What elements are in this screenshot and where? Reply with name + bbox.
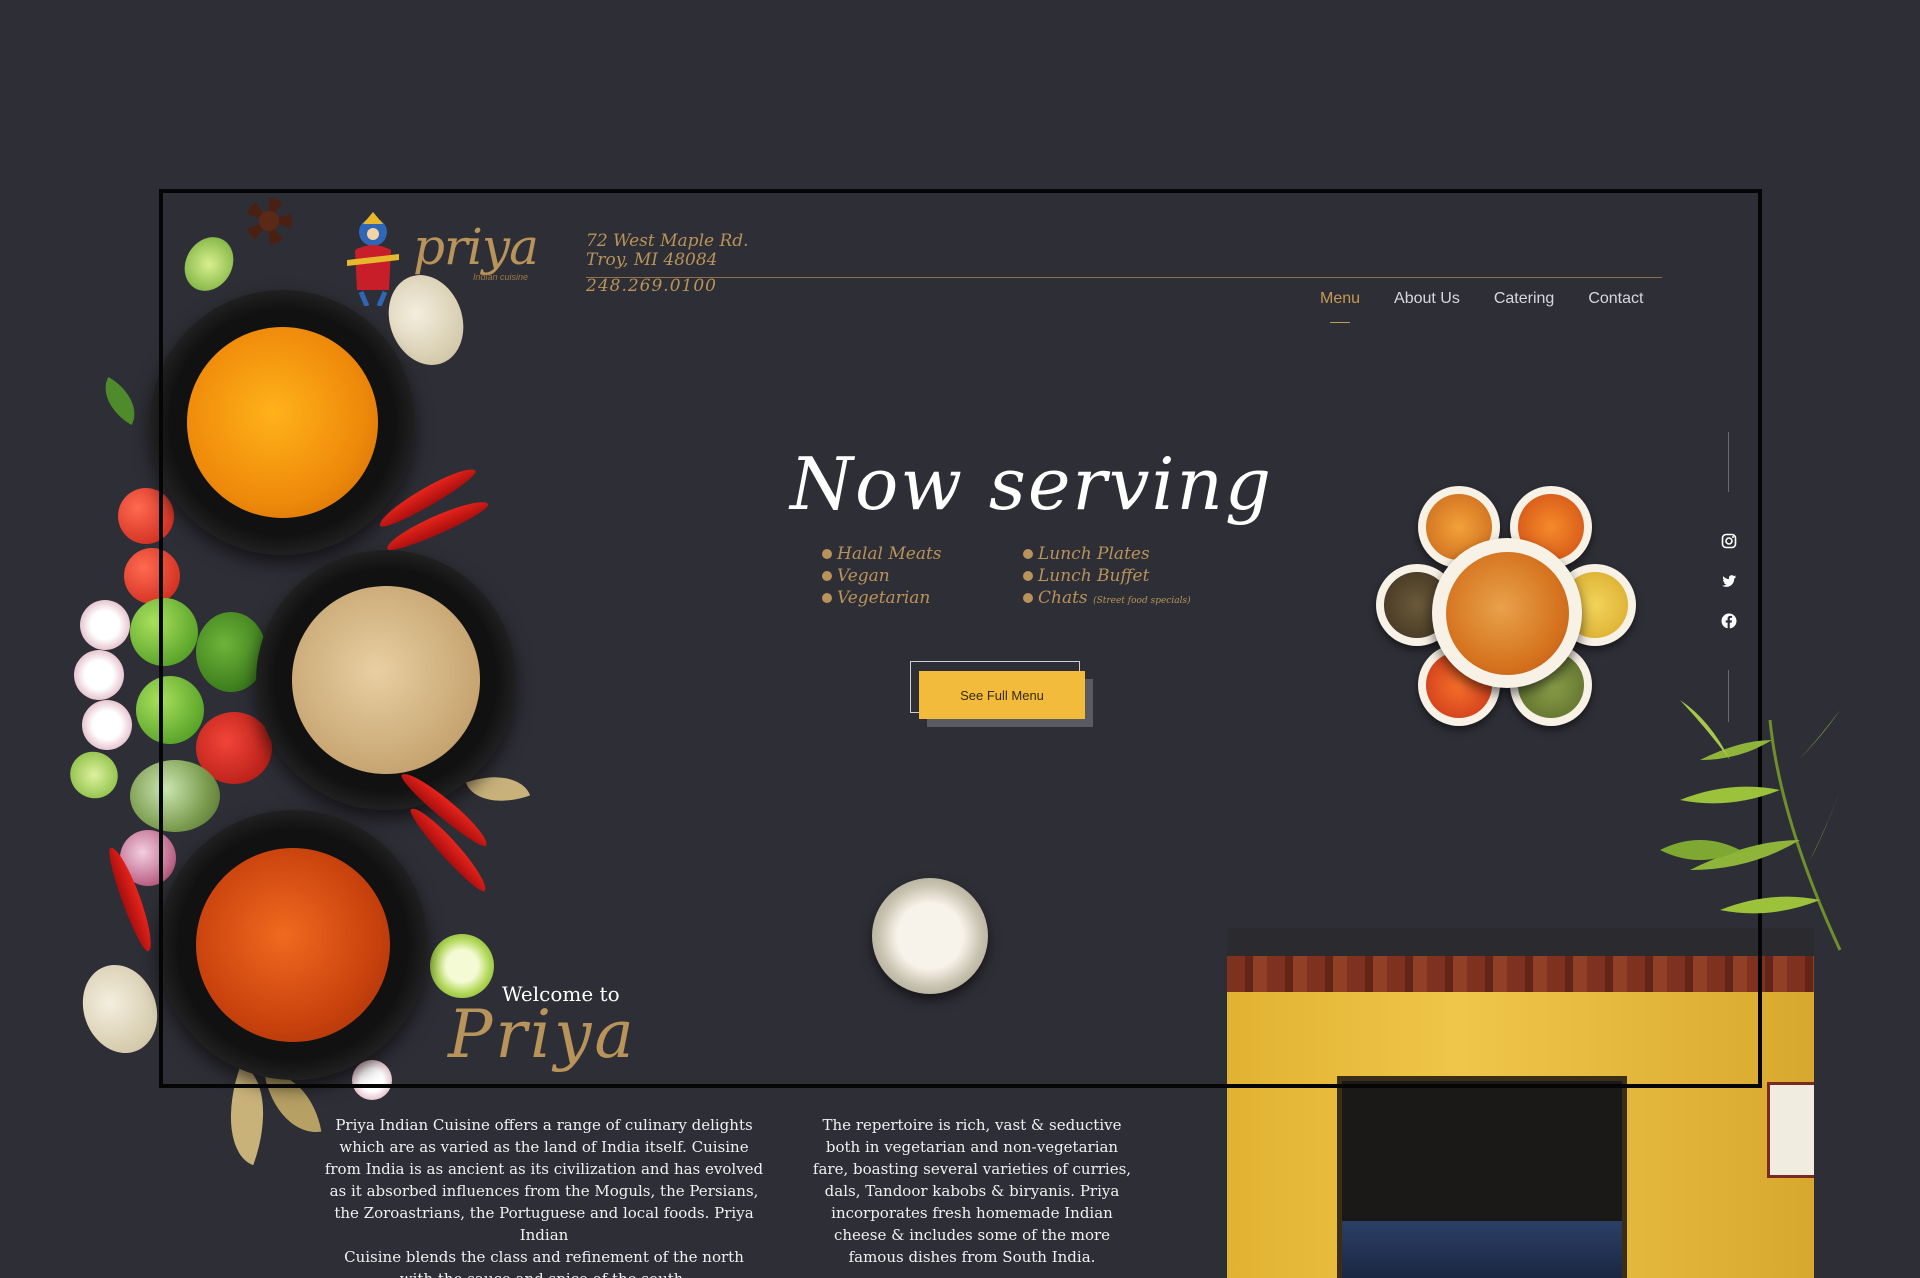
paragraph-line: as it absorbed influences from the Mogul… bbox=[329, 1182, 759, 1200]
paragraph-line: Cuisine blends the class and refinement … bbox=[344, 1248, 744, 1266]
nav-item-contact[interactable]: Contact bbox=[1588, 290, 1643, 308]
twitter-icon[interactable] bbox=[1721, 573, 1737, 589]
paragraph-line: famous dishes from South India. bbox=[848, 1248, 1096, 1266]
logo-wordmark: priya bbox=[413, 218, 539, 276]
nav-item-menu[interactable]: Menu bbox=[1320, 290, 1360, 323]
thali-plate-image bbox=[1376, 486, 1636, 726]
social-divider bbox=[1728, 432, 1729, 492]
tomato bbox=[124, 548, 180, 604]
serving-list-left: Halal Meats Vegan Vegetarian bbox=[822, 543, 942, 609]
radish-slice bbox=[82, 700, 132, 750]
see-full-menu-button[interactable]: See Full Menu bbox=[919, 671, 1085, 719]
chats-note: (Street food specials) bbox=[1093, 596, 1191, 606]
paragraph-line: dals, Tandoor kabobs & biryanis. Priya bbox=[824, 1182, 1120, 1200]
serving-item: Halal Meats bbox=[822, 543, 942, 565]
paragraph-line: incorporates fresh homemade Indian bbox=[831, 1204, 1113, 1222]
serving-item: Lunch Plates bbox=[1023, 543, 1191, 565]
paragraph-line: the Zoroastrians, the Portuguese and loc… bbox=[334, 1204, 754, 1244]
nav-item-catering[interactable]: Catering bbox=[1494, 290, 1554, 308]
address-line-1: 72 West Maple Rd. bbox=[586, 231, 749, 251]
restaurant-interior-image bbox=[1227, 928, 1814, 1278]
lime-slice bbox=[430, 934, 494, 998]
paragraph-line: Priya Indian Cuisine offers a range of c… bbox=[335, 1116, 753, 1134]
main-nav: Menu About Us Catering Contact bbox=[1320, 290, 1643, 323]
serving-item: Lunch Buffet bbox=[1023, 565, 1191, 587]
paragraph-line: fare, boasting several varieties of curr… bbox=[812, 1160, 1132, 1178]
chili-powder-bowl bbox=[158, 810, 428, 1080]
paragraph-line: both in vegetarian and non-vegetarian bbox=[825, 1138, 1119, 1156]
bamboo-leaves-decoration bbox=[1660, 700, 1844, 951]
ginger-powder-bowl bbox=[256, 550, 516, 810]
phone-number[interactable]: 248.269.0100 bbox=[586, 276, 717, 296]
paragraph-line: The repertoire is rich, vast & seductive bbox=[822, 1116, 1122, 1134]
serving-item-label: Chats bbox=[1038, 588, 1088, 608]
logo[interactable]: priya Indian cuisine bbox=[333, 210, 539, 306]
paragraph-line: which are as varied as the land of India… bbox=[339, 1138, 749, 1156]
about-paragraph-1: Priya Indian Cuisine offers a range of c… bbox=[318, 1114, 770, 1278]
radish-slice bbox=[80, 600, 130, 650]
serving-item: Vegan bbox=[822, 565, 942, 587]
radish-slice bbox=[74, 650, 124, 700]
paragraph-line: from India is as ancient as its civiliza… bbox=[324, 1160, 764, 1178]
lime-slice bbox=[61, 743, 127, 807]
welcome-heading: Priya bbox=[448, 996, 637, 1073]
lime bbox=[130, 598, 198, 666]
eggplant bbox=[130, 760, 220, 832]
paragraph-line: with the sauce and spice of the south. bbox=[318, 1268, 770, 1278]
page: priya Indian cuisine 72 West Maple Rd. T… bbox=[0, 0, 1920, 1278]
tomato bbox=[118, 488, 174, 544]
instagram-icon[interactable] bbox=[1721, 533, 1737, 549]
radish-slice bbox=[352, 1060, 392, 1100]
serving-list-right: Lunch Plates Lunch Buffet Chats (Street … bbox=[1023, 543, 1191, 612]
paneer-bowl-image bbox=[872, 878, 988, 994]
address: 72 West Maple Rd. Troy, MI 48084 bbox=[586, 232, 749, 270]
about-paragraph-2: The repertoire is rich, vast & seductive… bbox=[812, 1114, 1132, 1268]
header-divider bbox=[586, 277, 1662, 278]
facebook-icon[interactable] bbox=[1721, 613, 1737, 629]
paragraph-line: cheese & includes some of the more bbox=[833, 1226, 1111, 1244]
serving-item: Chats (Street food specials) bbox=[1023, 587, 1191, 612]
turmeric-bowl bbox=[150, 290, 415, 555]
star-anise bbox=[246, 198, 292, 244]
hero-title: Now serving bbox=[790, 442, 1274, 526]
garlic bbox=[70, 954, 170, 1064]
logo-tagline: Indian cuisine bbox=[473, 272, 529, 282]
address-line-2: Troy, MI 48084 bbox=[586, 250, 718, 270]
krishna-logo-icon bbox=[347, 212, 399, 306]
nav-item-about-us[interactable]: About Us bbox=[1394, 290, 1460, 308]
lime bbox=[136, 676, 204, 744]
lime-slice bbox=[175, 228, 243, 300]
serving-item: Vegetarian bbox=[822, 587, 942, 609]
leaf-decoration bbox=[93, 377, 147, 425]
